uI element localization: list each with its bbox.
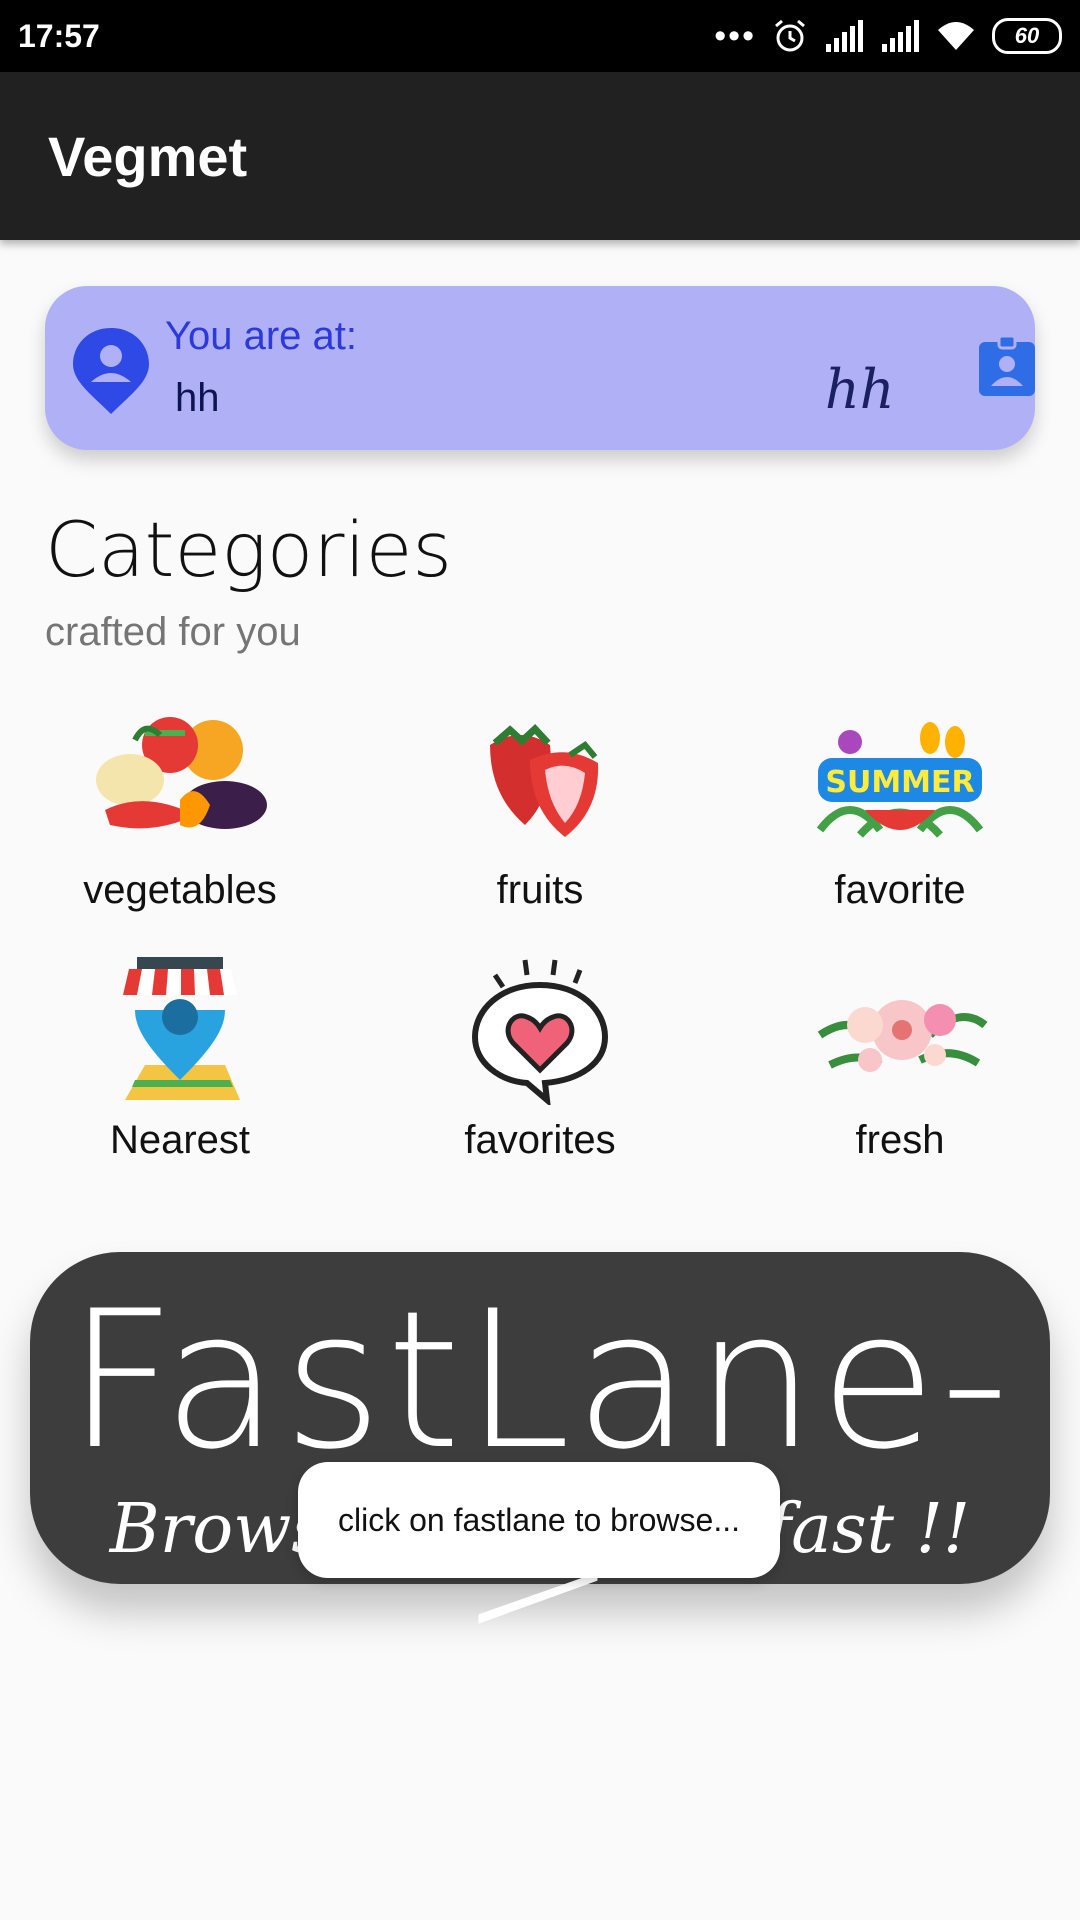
category-fresh[interactable]: fresh xyxy=(720,940,1080,1170)
category-label: vegetables xyxy=(83,868,277,912)
alarm-icon xyxy=(775,19,805,52)
category-label: favorite xyxy=(834,868,966,912)
strawberries-image xyxy=(360,690,720,870)
category-label: Nearest xyxy=(109,1118,251,1162)
app-title: Vegmet xyxy=(48,125,248,188)
status-time: 17:57 xyxy=(18,18,100,54)
svg-text:SUMMER: SUMMER xyxy=(825,765,974,800)
more-dots: ••• xyxy=(714,17,756,55)
signal-icon xyxy=(826,20,863,52)
category-label: fruits xyxy=(496,868,584,912)
category-favorites[interactable]: favorites xyxy=(360,940,720,1170)
vegetables-image xyxy=(0,690,360,870)
category-label: fresh xyxy=(855,1118,945,1162)
category-label: favorites xyxy=(464,1118,616,1162)
status-bar: 17:57 ••• 60 xyxy=(0,0,1080,72)
app-bar: Vegmet xyxy=(0,72,1080,240)
categories-title: Categories xyxy=(45,505,453,594)
location-signature: hh xyxy=(825,358,895,421)
signal-icon xyxy=(882,20,919,52)
category-nearest[interactable]: Nearest xyxy=(0,940,360,1170)
status-icons: ••• 60 xyxy=(714,16,1062,56)
heart-bubble-image xyxy=(360,940,720,1120)
categories-subtitle: crafted for you xyxy=(45,610,301,654)
location-label: You are at: xyxy=(165,314,358,358)
category-fruits[interactable]: fruits xyxy=(360,690,720,920)
category-vegetables[interactable]: vegetables xyxy=(0,690,360,920)
contact-badge-icon[interactable] xyxy=(977,334,1037,398)
location-pin-icon xyxy=(73,328,149,414)
summer-image: SUMMER xyxy=(720,690,1080,870)
wifi-icon xyxy=(938,22,974,50)
location-value: hh xyxy=(175,376,220,420)
category-favorite[interactable]: SUMMER favorite xyxy=(720,690,1080,920)
location-card[interactable]: You are at: hh hh xyxy=(45,286,1035,450)
store-location-image xyxy=(0,940,360,1120)
battery-icon: 60 xyxy=(992,18,1062,54)
toast-message: click on fastlane to browse... xyxy=(298,1462,780,1578)
flowers-image xyxy=(720,940,1080,1120)
